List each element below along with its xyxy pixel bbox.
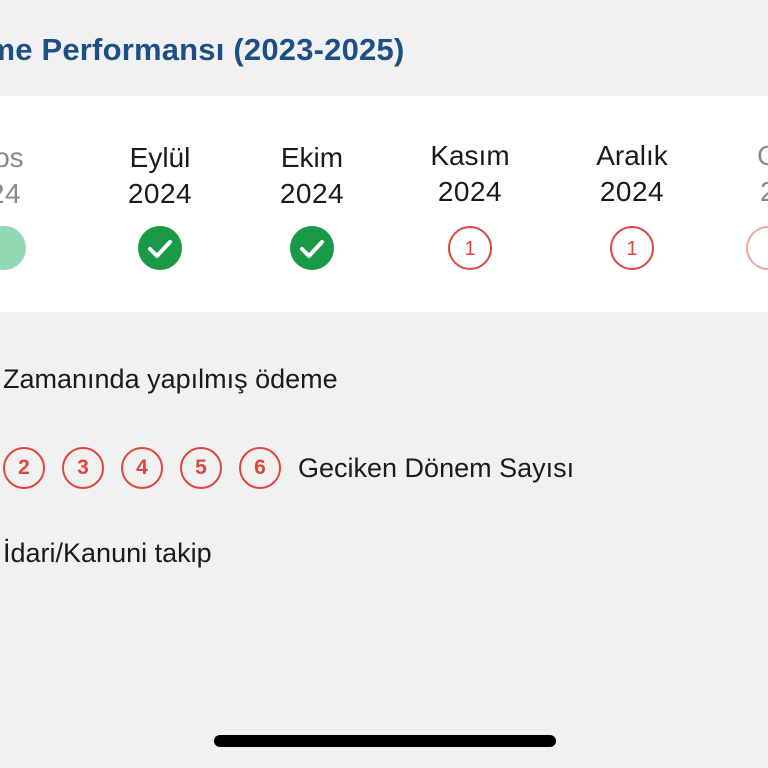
payment-timeline[interactable]: tos 24 Eylül 2024 Ekim 2024 <box>0 96 768 312</box>
timeline-month-next[interactable]: O 2 <box>693 96 768 312</box>
legend-on-time-label: Zamanında yapılmış ödeme <box>3 364 338 394</box>
month-year: 2024 <box>437 176 503 207</box>
timeline-month-november[interactable]: Kasım 2024 1 <box>395 96 545 312</box>
month-year: 2024 <box>599 176 665 207</box>
check-circle-icon <box>0 226 26 270</box>
late-count-badge-icon: 6 <box>239 447 281 489</box>
timeline-month-august[interactable]: tos 24 <box>0 96 80 312</box>
svg-text:1: 1 <box>464 238 475 260</box>
month-name: O <box>693 140 768 172</box>
late-count-badge-icon: 2 <box>3 447 45 489</box>
payment-performance-screen: eme Performansı (2023-2025) tos 24 Eylül… <box>0 0 768 768</box>
timeline-month-october[interactable]: Ekim 2024 <box>237 96 387 312</box>
month-name: Eylül <box>129 142 191 173</box>
month-name: tos <box>0 142 24 173</box>
month-name: Aralık <box>596 140 668 171</box>
svg-text:1: 1 <box>626 238 637 260</box>
late-count-badge-icon: 5 <box>180 447 222 489</box>
month-year: 2024 <box>279 178 345 209</box>
late-count-badge-icon: 1 <box>448 226 492 270</box>
legend-late-label: Geciken Dönem Sayısı <box>298 452 575 483</box>
late-count-badge-icon: 4 <box>121 447 163 489</box>
legend-on-time: Zamanında yapılmış ödeme <box>0 364 338 395</box>
timeline-month-december[interactable]: Aralık 2024 1 <box>557 96 707 312</box>
month-name: Ekim <box>280 142 344 173</box>
month-name: Kasım <box>430 140 510 171</box>
late-count-badge-icon: 1 <box>610 226 654 270</box>
legend-late: 2 3 4 5 6 Geciken Dönem Sayısı <box>3 447 574 489</box>
check-circle-icon <box>138 226 182 270</box>
month-year: 2 <box>693 176 768 208</box>
late-count-badge-icon: 3 <box>62 447 104 489</box>
timeline-month-september[interactable]: Eylül 2024 <box>85 96 235 312</box>
month-year: 24 <box>0 178 22 209</box>
legend-legal-label: İdari/Kanuni takip <box>3 538 212 568</box>
month-year: 2024 <box>127 178 193 209</box>
late-count-badge-icon <box>746 226 768 270</box>
page-title: eme Performansı (2023-2025) <box>0 32 405 67</box>
legend-legal: İdari/Kanuni takip <box>0 538 212 569</box>
check-circle-icon <box>290 226 334 270</box>
home-indicator[interactable] <box>214 735 556 747</box>
